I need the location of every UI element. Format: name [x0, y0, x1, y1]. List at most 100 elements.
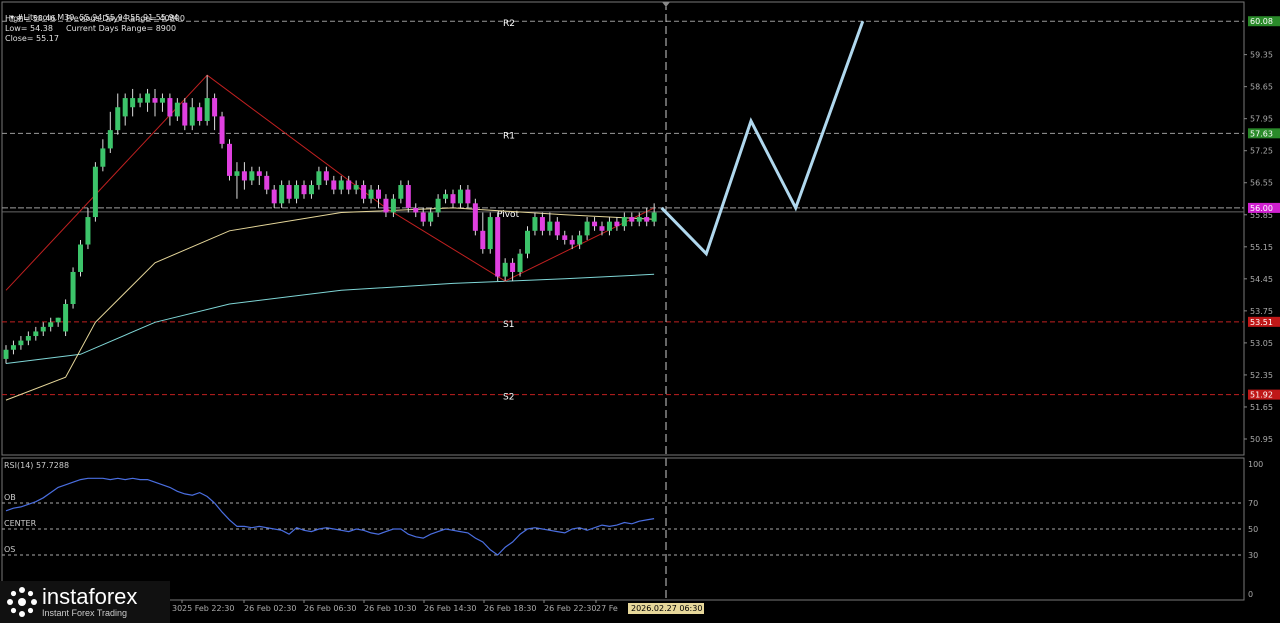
candle-bull[interactable] — [122, 98, 128, 117]
candle-bull[interactable] — [338, 180, 344, 190]
candle-bull[interactable] — [651, 212, 657, 222]
candle-bear[interactable] — [182, 102, 188, 126]
candle-bear[interactable] — [264, 175, 270, 190]
candle-bull[interactable] — [130, 98, 136, 108]
time-tick-fragment: 30 — [172, 604, 182, 613]
candle-bear[interactable] — [241, 171, 247, 181]
candle-bull[interactable] — [368, 189, 374, 199]
candle-bull[interactable] — [10, 345, 16, 350]
candle-bear[interactable] — [465, 189, 471, 204]
candle-bull[interactable] — [33, 331, 39, 337]
candle-bull[interactable] — [100, 148, 106, 167]
candle-bear[interactable] — [472, 203, 478, 231]
candle-bull[interactable] — [159, 98, 165, 103]
candle-bull[interactable] — [353, 185, 359, 190]
candle-bear[interactable] — [331, 180, 337, 190]
candle-bull[interactable] — [502, 262, 508, 277]
time-tick-label: 26 Feb 10:30 — [364, 604, 416, 613]
candle-bull[interactable] — [107, 130, 113, 149]
candle-bear[interactable] — [420, 212, 426, 222]
candle-bull[interactable] — [204, 98, 210, 121]
candle-bull[interactable] — [457, 189, 463, 204]
candle-bear[interactable] — [152, 98, 158, 103]
candle-bear[interactable] — [167, 98, 173, 117]
candle-bull[interactable] — [532, 217, 538, 231]
level-badge-text-r1: 57.63 — [1250, 129, 1273, 138]
candle-bull[interactable] — [174, 102, 180, 117]
candle-bull[interactable] — [189, 107, 195, 126]
candle-bull[interactable] — [55, 317, 61, 323]
candle-bull[interactable] — [115, 107, 121, 131]
candle-bull[interactable] — [279, 185, 285, 204]
candle-bull[interactable] — [435, 198, 441, 213]
candle-bear[interactable] — [323, 171, 329, 181]
candle-bull[interactable] — [487, 217, 493, 250]
candle-bull[interactable] — [606, 221, 612, 231]
candle-bear[interactable] — [197, 107, 203, 121]
close-value: Close= 55.17 — [5, 34, 59, 43]
candle-bear[interactable] — [644, 217, 650, 222]
candle-bull[interactable] — [92, 166, 98, 218]
candle-bull[interactable] — [48, 322, 54, 327]
candle-bull[interactable] — [398, 185, 404, 199]
candle-bull[interactable] — [428, 212, 434, 222]
candle-bear[interactable] — [614, 221, 620, 227]
candle-bear[interactable] — [219, 116, 225, 144]
candle-bull[interactable] — [316, 171, 322, 186]
rsi-level-label-center: CENTER — [4, 519, 37, 528]
current-time-label: 2026.02.27 06:30 — [631, 604, 702, 613]
candle-bull[interactable] — [584, 221, 590, 236]
candle-bear[interactable] — [301, 185, 307, 195]
candle-bear[interactable] — [495, 217, 501, 277]
candle-bull[interactable] — [25, 336, 31, 341]
candle-bull[interactable] — [525, 230, 530, 254]
candle-bear[interactable] — [629, 217, 635, 222]
candle-bear[interactable] — [286, 185, 292, 199]
candle-bear[interactable] — [271, 189, 277, 204]
level-label-r1: R1 — [503, 131, 515, 141]
level-label-r2: R2 — [503, 19, 515, 29]
candle-bull[interactable] — [390, 198, 396, 213]
candle-bear[interactable] — [510, 262, 516, 272]
candle-bull[interactable] — [577, 235, 583, 245]
candle-bull[interactable] — [145, 93, 151, 103]
candle-bear[interactable] — [361, 185, 367, 199]
price-tick-label: 55.15 — [1250, 243, 1273, 252]
candle-bull[interactable] — [308, 185, 314, 195]
candle-bear[interactable] — [376, 189, 381, 199]
candle-bull[interactable] — [78, 244, 83, 272]
candle-bull[interactable] — [40, 326, 46, 332]
candle-bull[interactable] — [70, 271, 76, 304]
candle-bear[interactable] — [256, 171, 262, 176]
candle-bull[interactable] — [63, 304, 69, 332]
candle-bull[interactable] — [137, 98, 143, 103]
candle-bull[interactable] — [294, 185, 300, 199]
candle-bear[interactable] — [554, 221, 560, 236]
candle-bear[interactable] — [539, 217, 545, 231]
candle-bull[interactable] — [249, 171, 255, 181]
previous-range: Previous Days Range= 40800 — [66, 14, 185, 23]
time-tick-label: 25 Feb 22:30 — [182, 604, 234, 613]
candle-bull[interactable] — [85, 217, 91, 245]
candle-bear[interactable] — [227, 143, 232, 176]
candle-bear[interactable] — [413, 207, 419, 213]
candle-bear[interactable] — [480, 230, 486, 250]
candle-bull[interactable] — [621, 217, 627, 227]
candle-bull[interactable] — [234, 171, 240, 176]
candle-bear[interactable] — [405, 185, 411, 208]
chart-canvas: 59.3558.6557.9557.2556.5555.8555.1554.45… — [0, 0, 1280, 623]
candle-bull[interactable] — [443, 194, 449, 199]
candle-bull[interactable] — [517, 253, 523, 272]
candle-bear[interactable] — [450, 194, 456, 204]
candle-bull[interactable] — [3, 349, 9, 359]
candle-bear[interactable] — [346, 180, 352, 190]
candle-bull[interactable] — [636, 217, 642, 222]
candle-bear[interactable] — [592, 221, 598, 227]
candle-bear[interactable] — [212, 98, 218, 117]
candle-bear[interactable] — [562, 235, 568, 240]
candle-bull[interactable] — [547, 221, 553, 231]
candle-bear[interactable] — [383, 198, 389, 213]
candle-bear[interactable] — [569, 239, 575, 245]
candle-bull[interactable] — [18, 340, 24, 346]
candle-bear[interactable] — [599, 226, 605, 231]
